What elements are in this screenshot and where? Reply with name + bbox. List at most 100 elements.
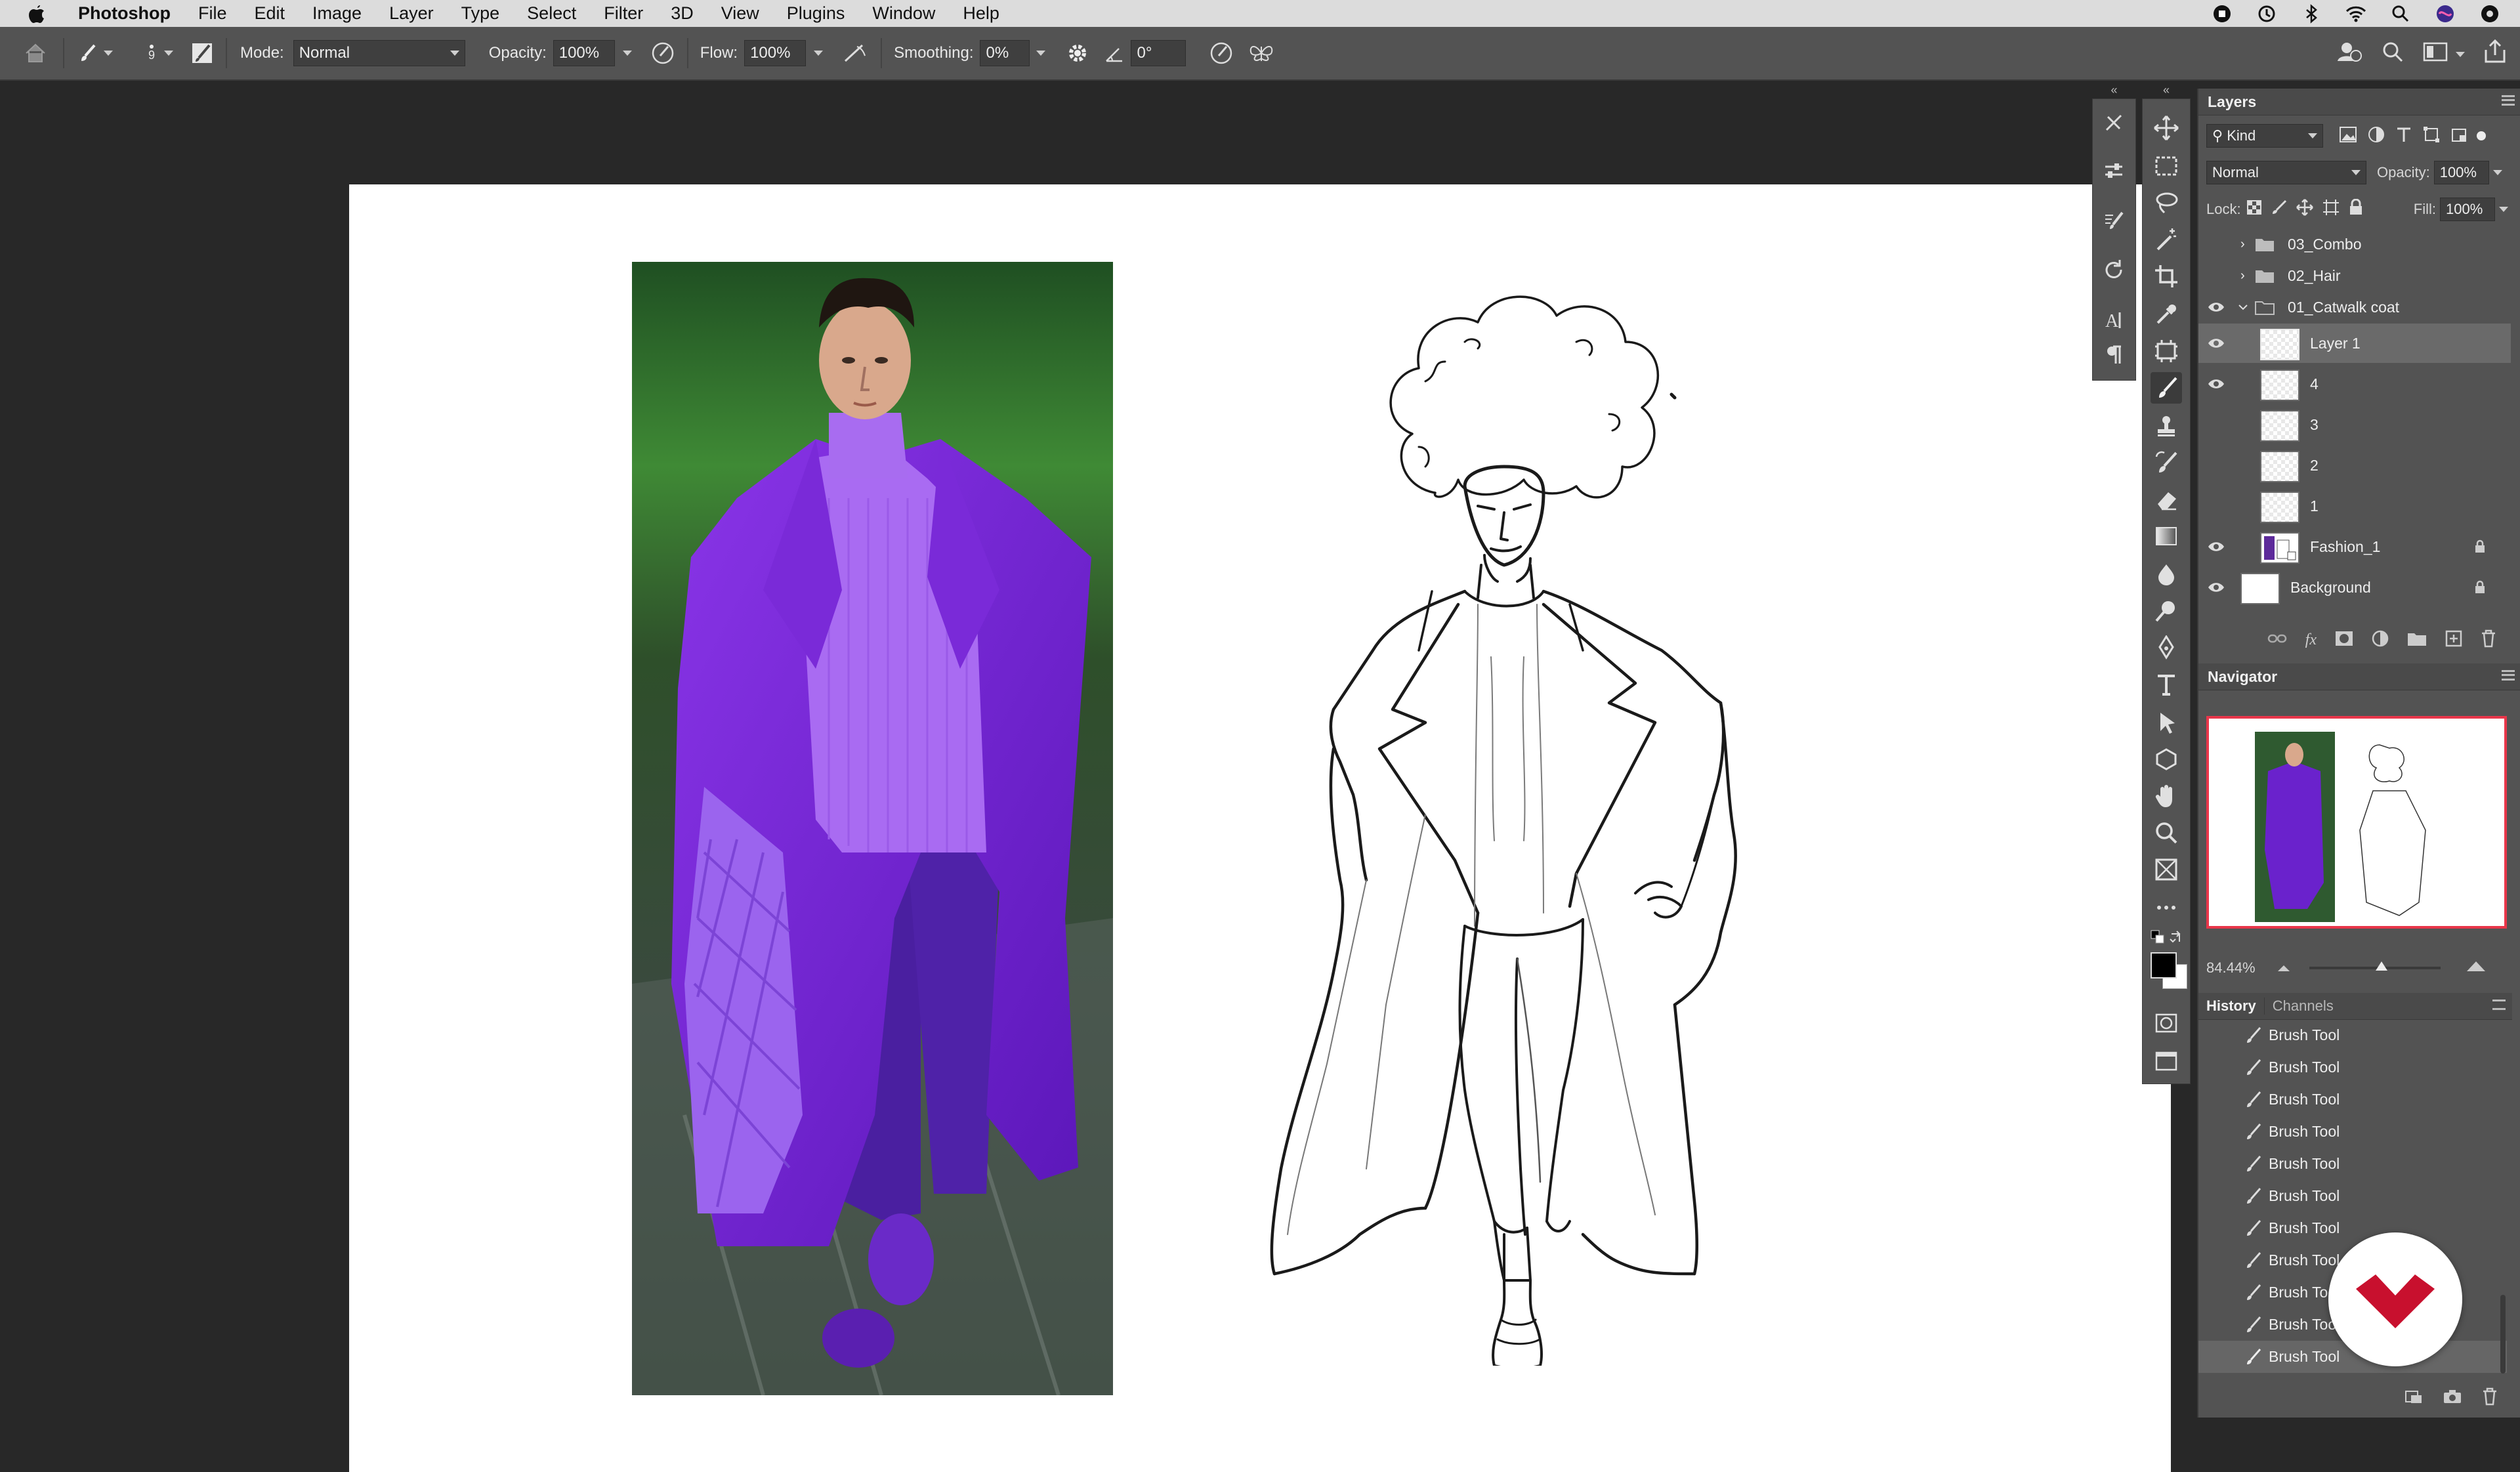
group-collapsed-chevron-icon[interactable]: › [2240,268,2245,284]
toolbar-collapse-icon[interactable]: « [2143,83,2190,98]
layer-row-2[interactable]: 2 [2198,446,2500,485]
visibility-toggle-empty[interactable] [2206,455,2226,475]
menu-image[interactable]: Image [299,3,375,24]
tool-presets-icon[interactable] [2102,111,2126,135]
pressure-size-icon[interactable] [1208,41,1234,66]
fx-icon[interactable]: fx [2305,631,2317,649]
brush-picker-dropdown[interactable] [164,51,173,56]
smoothing-options-gear-icon[interactable] [1065,41,1090,66]
time-machine-icon[interactable] [2256,3,2277,24]
history-tab[interactable]: History [2198,998,2264,1015]
move-tool-icon[interactable] [2151,112,2182,144]
navigator-panel-menu-icon[interactable] [2502,670,2515,681]
visibility-toggle-empty[interactable] [2206,234,2226,254]
filter-type-icon[interactable] [2395,126,2412,146]
pen-tool-icon[interactable] [2151,632,2182,663]
zoom-in-icon[interactable] [2464,959,2488,977]
filter-smart-object-icon[interactable] [2450,126,2468,146]
flow-input[interactable]: 100% [744,40,807,66]
visibility-toggle-empty[interactable] [2206,266,2226,285]
history-item[interactable]: Brush Tool [2198,1148,2507,1180]
blur-tool-icon[interactable] [2151,558,2182,590]
collapse-arrows-icon[interactable]: « [2093,83,2135,98]
workspace-icon[interactable] [2423,41,2449,68]
history-item[interactable]: Brush Tool [2198,1116,2507,1148]
home-icon[interactable] [22,40,49,66]
character-panel-icon[interactable]: A [2102,308,2126,331]
record-icon[interactable] [2212,3,2233,24]
menu-edit[interactable]: Edit [241,3,299,24]
screen-mode-icon[interactable] [2151,1045,2182,1077]
share-people-icon[interactable] [2336,39,2362,70]
gradient-tool-icon[interactable] [2151,520,2182,552]
dodge-tool-icon[interactable] [2151,595,2182,627]
brush-angle-icon[interactable] [1103,42,1125,64]
history-item[interactable]: Brush Tool [2198,1019,2507,1051]
foreground-color-swatch[interactable] [2151,952,2177,978]
lasso-tool-icon[interactable] [2151,187,2182,219]
add-mask-icon[interactable] [2335,631,2353,650]
opacity-input[interactable]: 100% [553,40,615,66]
blend-mode-select[interactable]: Normal [2206,161,2366,184]
eye-icon[interactable] [2206,537,2226,557]
paragraph-panel-icon[interactable] [2102,343,2126,367]
path-selection-tool-icon[interactable] [2151,707,2182,738]
brush-tool-icon[interactable] [2151,372,2182,404]
menu-window[interactable]: Window [858,3,949,24]
brush-settings-icon[interactable] [2102,209,2126,233]
lock-transparent-icon[interactable] [2246,200,2262,219]
layer-row-02-hair[interactable]: › 02_Hair [2198,259,2500,292]
document-canvas[interactable] [349,184,2171,1472]
siri-icon[interactable] [2435,3,2456,24]
layer-row-fashion-1[interactable]: Fashion_1 [2198,527,2500,566]
layer-row-background[interactable]: Background [2198,568,2500,607]
brush-angle-input[interactable]: 0° [1131,40,1186,66]
layer-kind-filter[interactable]: ⚲ Kind [2206,124,2323,148]
filter-adjustment-icon[interactable] [2368,126,2385,146]
delete-state-icon[interactable] [2482,1387,2498,1409]
flow-dropdown[interactable] [814,51,824,56]
smoothing-dropdown[interactable] [1036,51,1046,56]
menu-layer[interactable]: Layer [375,3,448,24]
delete-layer-icon[interactable] [2481,629,2496,651]
eyedropper-tool-icon[interactable] [2151,299,2182,330]
brush-settings-panel-icon[interactable] [190,41,214,65]
history-item[interactable]: Brush Tool [2198,1083,2507,1116]
default-colors-icon[interactable] [2151,930,2165,944]
layer-row-4[interactable]: 4 [2198,364,2500,404]
menu-app-photoshop[interactable]: Photoshop [64,3,184,24]
zoom-out-icon[interactable] [2275,959,2292,977]
layer-row-1[interactable]: 1 [2198,486,2500,526]
menu-3d[interactable]: 3D [657,3,707,24]
filter-shape-icon[interactable] [2423,126,2440,146]
eye-icon[interactable] [2206,374,2226,394]
lock-position-icon[interactable] [2296,199,2313,220]
layer-row-03-combo[interactable]: › 03_Combo [2198,228,2500,261]
zoom-tool-icon[interactable] [2151,817,2182,849]
crop-tool-icon[interactable] [2151,261,2182,292]
eye-icon[interactable] [2206,333,2226,353]
new-group-icon[interactable] [2407,631,2427,650]
menu-type[interactable]: Type [448,3,514,24]
fill-dropdown[interactable] [2499,207,2508,212]
adjustment-layer-icon[interactable] [2372,630,2389,650]
menu-view[interactable]: View [707,3,773,24]
filter-toggle-icon[interactable] [2477,131,2486,140]
workspace-dropdown[interactable] [2456,51,2465,57]
layer-row-3[interactable]: 3 [2198,405,2500,444]
zoom-slider-thumb[interactable] [2375,961,2387,971]
layers-panel-menu-icon[interactable] [2502,95,2515,106]
history-panel-menu-icon[interactable] [2492,999,2506,1010]
brush-size-picker[interactable]: 9 [142,44,161,62]
menu-select[interactable]: Select [513,3,590,24]
airbrush-icon[interactable] [843,41,869,66]
visibility-toggle-empty[interactable] [2206,496,2226,516]
eye-icon[interactable] [2206,578,2226,597]
marquee-tool-icon[interactable] [2151,150,2182,182]
layer-row-01-catwalk-coat[interactable]: 01_Catwalk coat [2198,291,2500,324]
swap-colors-icon[interactable] [2169,930,2183,944]
visibility-toggle-empty[interactable] [2206,415,2226,434]
wifi-icon[interactable] [2345,3,2366,24]
channels-tab[interactable]: Channels [2263,998,2342,1015]
tool-preset-dropdown[interactable] [104,51,113,56]
